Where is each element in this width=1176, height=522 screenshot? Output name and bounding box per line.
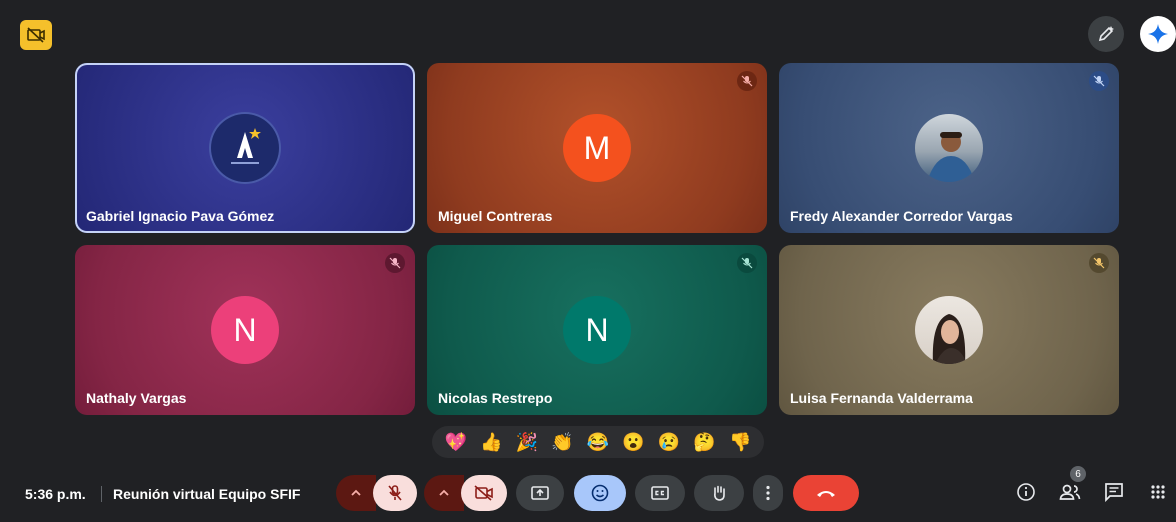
pen-icon[interactable] <box>1088 16 1124 52</box>
participant-tile[interactable]: M Miguel Contreras <box>427 63 767 233</box>
closed-captions-icon <box>651 486 669 500</box>
thumbs-down-reaction-button[interactable]: 👎 <box>729 432 751 452</box>
top-bar <box>0 0 1176 60</box>
meeting-title: Reunión virtual Equipo SFIF <box>113 486 301 502</box>
recording-indicator-icon[interactable] <box>20 20 52 50</box>
apps-grid-icon <box>1151 485 1165 499</box>
meeting-details-button[interactable] <box>1012 478 1040 506</box>
mic-off-icon <box>385 253 405 273</box>
video-options-button[interactable] <box>424 475 464 511</box>
raise-hand-button[interactable] <box>694 475 744 511</box>
camera-off-icon <box>474 485 493 501</box>
more-options-button[interactable] <box>753 475 783 511</box>
participant-name: Nathaly Vargas <box>86 390 187 406</box>
info-icon <box>1017 483 1035 501</box>
thumbs-up-reaction-button[interactable]: 👍 <box>480 432 502 452</box>
mic-off-icon <box>737 71 757 91</box>
organization-logo-avatar <box>211 114 279 182</box>
activities-button[interactable] <box>1144 478 1172 506</box>
people-icon <box>1059 484 1081 500</box>
hand-icon <box>714 485 725 501</box>
participant-tile[interactable]: Fredy Alexander Corredor Vargas <box>779 63 1119 233</box>
audio-options-button[interactable] <box>336 475 376 511</box>
participant-tile[interactable]: N Nathaly Vargas <box>75 245 415 415</box>
participant-count-badge: 6 <box>1070 466 1086 482</box>
camera-toggle-button[interactable] <box>461 475 507 511</box>
people-button[interactable] <box>1056 478 1084 506</box>
participant-name: Luisa Fernanda Valderrama <box>790 390 973 406</box>
party-reaction-button[interactable]: 🎉 <box>516 432 538 452</box>
participant-name: Gabriel Ignacio Pava Gómez <box>86 208 275 224</box>
participant-tile[interactable]: N Nicolas Restrepo <box>427 245 767 415</box>
mic-off-icon <box>1089 71 1109 91</box>
gemini-icon[interactable] <box>1140 16 1176 52</box>
present-icon <box>531 486 549 500</box>
chat-icon <box>1105 483 1123 502</box>
participant-initial-avatar: N <box>211 296 279 364</box>
present-screen-button[interactable] <box>516 475 564 511</box>
leave-call-button[interactable] <box>793 475 859 511</box>
participant-tile[interactable]: Gabriel Ignacio Pava Gómez <box>75 63 415 233</box>
participant-tile[interactable]: Luisa Fernanda Valderrama <box>779 245 1119 415</box>
participant-photo-avatar <box>915 296 983 364</box>
laugh-reaction-button[interactable]: 😂 <box>587 432 609 452</box>
sad-reaction-button[interactable]: 😢 <box>658 432 680 452</box>
more-vert-icon <box>766 485 770 501</box>
bottom-bar: 5:36 p.m. Reunión virtual Equipo SFIF <box>0 464 1176 522</box>
mic-off-icon <box>737 253 757 273</box>
participant-name: Fredy Alexander Corredor Vargas <box>790 208 1013 224</box>
emoji-icon <box>591 484 609 502</box>
participant-initial-avatar: M <box>563 114 631 182</box>
hang-up-icon <box>817 491 835 497</box>
mic-off-icon <box>1089 253 1109 273</box>
mic-off-icon <box>388 485 402 501</box>
reactions-bar: 💖 👍 🎉 👏 😂 😮 😢 🤔 👎 <box>432 426 764 458</box>
participant-name: Nicolas Restrepo <box>438 390 553 406</box>
thinking-reaction-button[interactable]: 🤔 <box>693 432 715 452</box>
participant-initial-avatar: N <box>563 296 631 364</box>
meeting-time: 5:36 p.m. <box>25 486 86 502</box>
reactions-toggle-button[interactable] <box>574 475 626 511</box>
surprised-reaction-button[interactable]: 😮 <box>622 432 644 452</box>
heart-reaction-button[interactable]: 💖 <box>445 432 467 452</box>
participant-photo-avatar <box>915 114 983 182</box>
clap-reaction-button[interactable]: 👏 <box>551 432 573 452</box>
divider <box>101 486 102 502</box>
chat-button[interactable] <box>1100 478 1128 506</box>
microphone-toggle-button[interactable] <box>373 475 417 511</box>
participant-name: Miguel Contreras <box>438 208 553 224</box>
captions-button[interactable] <box>635 475 685 511</box>
